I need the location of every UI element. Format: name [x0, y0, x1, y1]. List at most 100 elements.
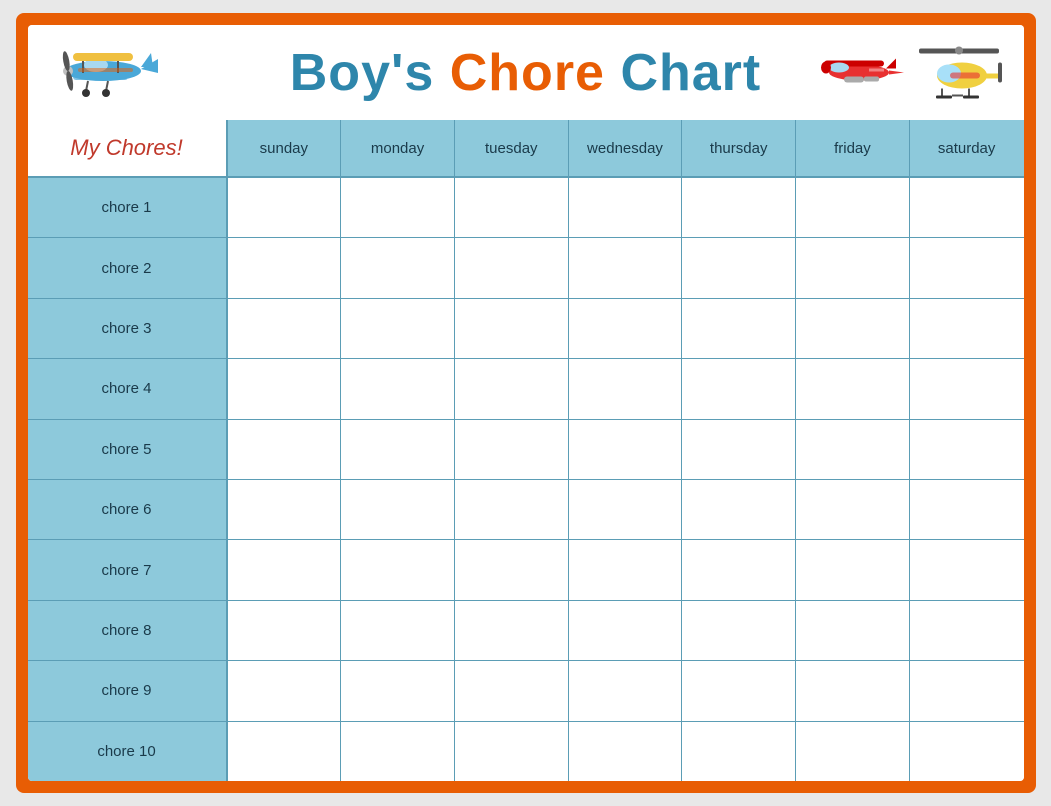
cell-r7-sun[interactable] — [228, 540, 342, 599]
cell-r10-thu[interactable] — [682, 722, 796, 781]
cell-r9-sat[interactable] — [910, 661, 1024, 720]
chore-row-2 — [228, 238, 1024, 298]
cell-r3-sun[interactable] — [228, 299, 342, 358]
day-header-wednesday: wednesday — [569, 120, 683, 176]
cell-r9-tue[interactable] — [455, 661, 569, 720]
chore-row-5 — [228, 420, 1024, 480]
cell-r7-tue[interactable] — [455, 540, 569, 599]
day-header-monday: monday — [341, 120, 455, 176]
cell-r5-tue[interactable] — [455, 420, 569, 479]
cell-r7-fri[interactable] — [796, 540, 910, 599]
chore-row-label-9: chore 9 — [28, 661, 228, 721]
cell-r4-fri[interactable] — [796, 359, 910, 418]
cell-r2-sun[interactable] — [228, 238, 342, 297]
cell-r10-wed[interactable] — [569, 722, 683, 781]
cell-r2-mon[interactable] — [341, 238, 455, 297]
cell-r4-thu[interactable] — [682, 359, 796, 418]
cell-r8-wed[interactable] — [569, 601, 683, 660]
chore-row-3 — [228, 299, 1024, 359]
cell-r5-thu[interactable] — [682, 420, 796, 479]
chore-row-6 — [228, 480, 1024, 540]
cell-r9-fri[interactable] — [796, 661, 910, 720]
cell-r8-sat[interactable] — [910, 601, 1024, 660]
cell-r4-tue[interactable] — [455, 359, 569, 418]
cell-r8-sun[interactable] — [228, 601, 342, 660]
cell-r3-mon[interactable] — [341, 299, 455, 358]
cell-r9-wed[interactable] — [569, 661, 683, 720]
cell-r3-wed[interactable] — [569, 299, 683, 358]
cell-r2-sat[interactable] — [910, 238, 1024, 297]
chore-row-9 — [228, 661, 1024, 721]
cell-r9-sun[interactable] — [228, 661, 342, 720]
cell-r7-wed[interactable] — [569, 540, 683, 599]
chore-row-label-1: chore 1 — [28, 178, 228, 238]
chore-rows — [228, 178, 1024, 781]
chore-row-label-4: chore 4 — [28, 359, 228, 419]
cell-r1-sat[interactable] — [910, 178, 1024, 237]
cell-r10-sat[interactable] — [910, 722, 1024, 781]
day-header-saturday: saturday — [910, 120, 1024, 176]
outer-border: Boy's Chore Chart — [16, 13, 1036, 793]
chore-row-7 — [228, 540, 1024, 600]
cell-r6-thu[interactable] — [682, 480, 796, 539]
cell-r3-sat[interactable] — [910, 299, 1024, 358]
cell-r6-tue[interactable] — [455, 480, 569, 539]
cell-r9-mon[interactable] — [341, 661, 455, 720]
cell-r2-tue[interactable] — [455, 238, 569, 297]
my-chores-label: My Chores! — [70, 135, 182, 161]
cell-r7-thu[interactable] — [682, 540, 796, 599]
cell-r9-thu[interactable] — [682, 661, 796, 720]
cell-r3-fri[interactable] — [796, 299, 910, 358]
cell-r2-wed[interactable] — [569, 238, 683, 297]
chore-row-label-7: chore 7 — [28, 540, 228, 600]
cell-r5-fri[interactable] — [796, 420, 910, 479]
cell-r5-mon[interactable] — [341, 420, 455, 479]
chore-row-4 — [228, 359, 1024, 419]
cell-r2-thu[interactable] — [682, 238, 796, 297]
cell-r4-wed[interactable] — [569, 359, 683, 418]
cell-r6-mon[interactable] — [341, 480, 455, 539]
cell-r6-wed[interactable] — [569, 480, 683, 539]
cell-r5-sun[interactable] — [228, 420, 342, 479]
cell-r10-tue[interactable] — [455, 722, 569, 781]
day-headers: sunday monday tuesday wednesday thursday — [228, 120, 1024, 178]
chore-row-label-5: chore 5 — [28, 420, 228, 480]
my-chores-header: My Chores! — [28, 120, 228, 178]
cell-r1-thu[interactable] — [682, 178, 796, 237]
cell-r8-thu[interactable] — [682, 601, 796, 660]
cell-r1-sun[interactable] — [228, 178, 342, 237]
cell-r5-sat[interactable] — [910, 420, 1024, 479]
day-header-sunday: sunday — [228, 120, 342, 176]
cell-r8-tue[interactable] — [455, 601, 569, 660]
cell-r10-fri[interactable] — [796, 722, 910, 781]
red-plane-icon — [814, 40, 904, 95]
cell-r4-mon[interactable] — [341, 359, 455, 418]
left-label-column: My Chores! chore 1 chore 2 chore 3 chore… — [28, 120, 228, 781]
cell-r5-wed[interactable] — [569, 420, 683, 479]
cell-r10-sun[interactable] — [228, 722, 342, 781]
cell-r1-mon[interactable] — [341, 178, 455, 237]
cell-r7-mon[interactable] — [341, 540, 455, 599]
biplane-icon — [48, 31, 158, 115]
cell-r6-sat[interactable] — [910, 480, 1024, 539]
cell-r6-fri[interactable] — [796, 480, 910, 539]
cell-r8-fri[interactable] — [796, 601, 910, 660]
content-area: My Chores! chore 1 chore 2 chore 3 chore… — [28, 120, 1024, 781]
cell-r4-sun[interactable] — [228, 359, 342, 418]
inner-card: Boy's Chore Chart — [28, 25, 1024, 781]
cell-r2-fri[interactable] — [796, 238, 910, 297]
cell-r3-tue[interactable] — [455, 299, 569, 358]
helicopter-icon — [914, 40, 1004, 105]
cell-r3-thu[interactable] — [682, 299, 796, 358]
day-header-friday: friday — [796, 120, 910, 176]
cell-r1-wed[interactable] — [569, 178, 683, 237]
cell-r6-sun[interactable] — [228, 480, 342, 539]
chore-row-label-3: chore 3 — [28, 299, 228, 359]
cell-r1-tue[interactable] — [455, 178, 569, 237]
chore-row-label-8: chore 8 — [28, 601, 228, 661]
cell-r4-sat[interactable] — [910, 359, 1024, 418]
cell-r8-mon[interactable] — [341, 601, 455, 660]
cell-r1-fri[interactable] — [796, 178, 910, 237]
cell-r10-mon[interactable] — [341, 722, 455, 781]
cell-r7-sat[interactable] — [910, 540, 1024, 599]
